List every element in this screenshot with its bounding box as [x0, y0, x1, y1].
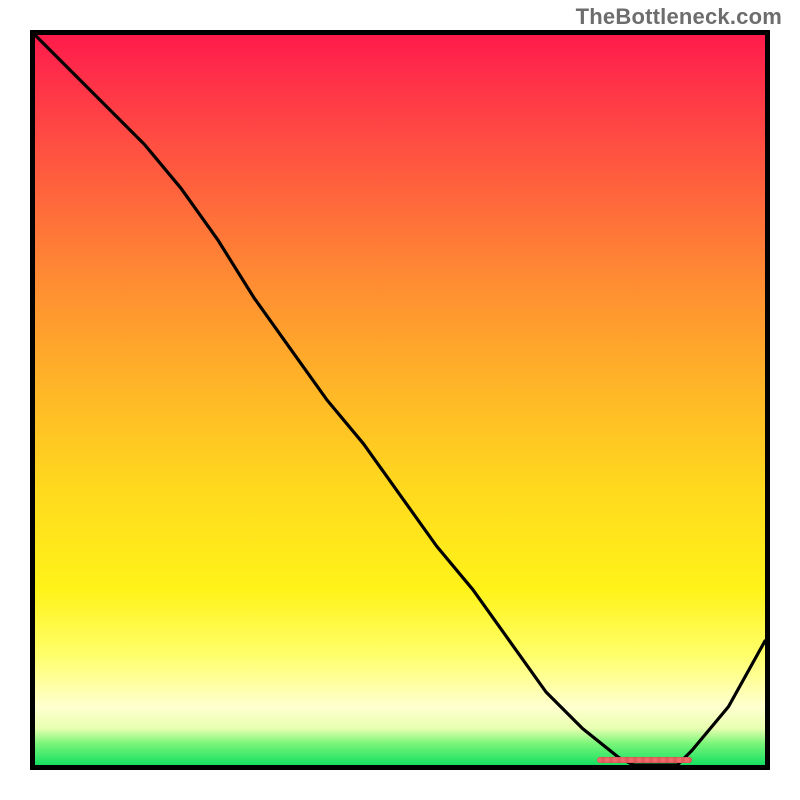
chart-area	[30, 30, 770, 770]
optimal-range-marker	[597, 757, 692, 763]
bottleneck-curve	[35, 35, 765, 765]
watermark-text: TheBottleneck.com	[576, 4, 782, 30]
